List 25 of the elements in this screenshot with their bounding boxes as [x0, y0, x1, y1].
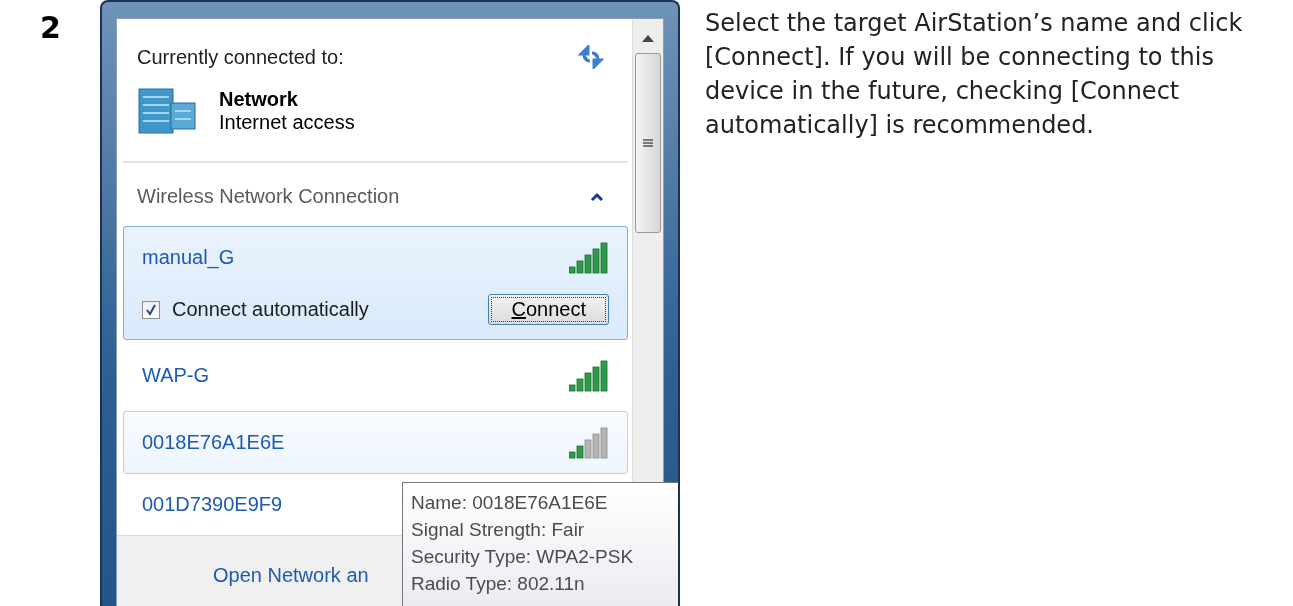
tooltip-line: Security Type: WPA2-PSK — [411, 545, 635, 569]
caret-icon[interactable] — [590, 191, 604, 202]
network-center-link[interactable]: Open Network an — [213, 563, 369, 587]
scroll-up-icon[interactable] — [641, 33, 655, 43]
scroll-thumb[interactable] — [635, 53, 661, 233]
network-item[interactable]: WAP-G — [123, 344, 628, 407]
network-status: Internet access — [219, 111, 355, 134]
connected-heading: Currently connected to: — [137, 45, 344, 69]
tooltip-line: Radio Type: 802.11n — [411, 572, 586, 596]
network-item[interactable]: manual_G Connect automatically Connect — [123, 226, 628, 340]
instruction-text: Select the target AirStation’s name and click [Connect]. If you will be connecting to this device in the future, checking [Connect automatically] is recommended. — [704, 8, 1244, 141]
network-name: Network — [219, 88, 299, 111]
checkbox-label: Connect automatically — [172, 298, 369, 321]
refresh-icon[interactable] — [578, 45, 604, 69]
tooltip-line: Signal Strength: Fair — [411, 518, 586, 542]
checkbox[interactable] — [142, 300, 160, 319]
network-ssid: manual_G — [142, 246, 235, 269]
network-ssid: WAP-G — [142, 364, 210, 387]
network-ssid: 0018E76A1E6E — [142, 431, 285, 454]
network-building-icon — [137, 87, 199, 135]
network-item[interactable]: 0018E76A1E6E — [123, 411, 628, 474]
connect-button[interactable]: Connect — [488, 294, 609, 325]
step-number: 2 — [39, 9, 62, 45]
tooltip-line: Name: 0018E76A1E6E — [411, 491, 609, 515]
section-title: Wireless Network Connection — [137, 185, 400, 208]
